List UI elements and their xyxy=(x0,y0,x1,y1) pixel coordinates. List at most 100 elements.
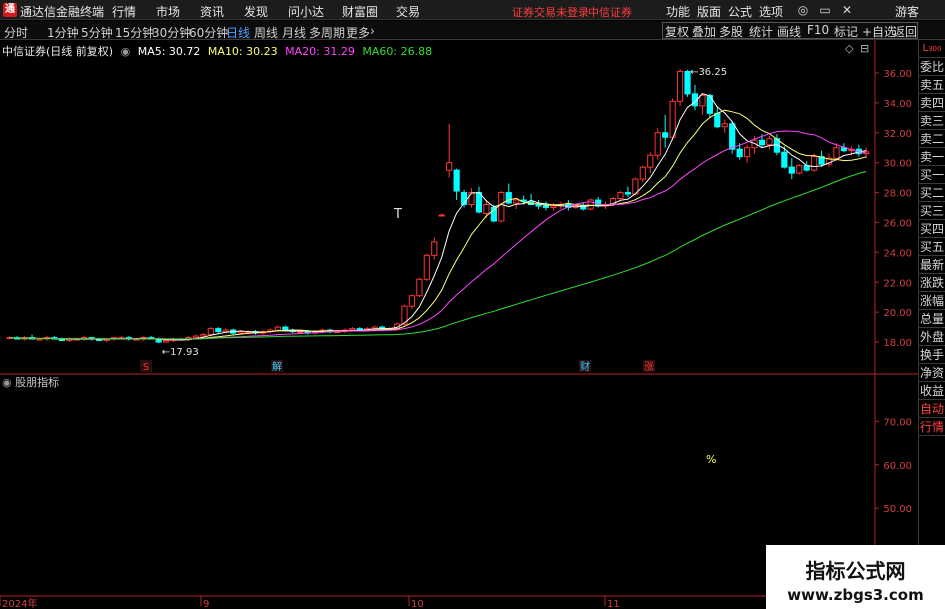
menu-wealth-circle[interactable]: 财富圈 xyxy=(342,3,378,20)
right-tab-16[interactable]: 换手 xyxy=(919,346,945,364)
corner-s-label: 300 xyxy=(928,45,942,53)
right-tab-19[interactable]: 自动 xyxy=(919,400,945,418)
minimize-window-icon[interactable]: ▭ xyxy=(817,2,833,18)
chevron-right-icon[interactable]: › xyxy=(370,24,375,38)
candle-body xyxy=(811,156,818,171)
period-30min[interactable]: 30分钟 xyxy=(152,24,191,41)
close-panel-icon[interactable]: ✕ xyxy=(839,2,855,18)
period-more[interactable]: 更多 xyxy=(346,24,370,41)
candle-body xyxy=(498,192,505,222)
menu-discover[interactable]: 发现 xyxy=(244,3,268,20)
right-tab-6[interactable]: 买一 xyxy=(919,166,945,184)
period-weekly[interactable]: 周线 xyxy=(254,24,278,41)
tool-mark[interactable]: 标记 xyxy=(834,23,858,40)
right-tab-18[interactable]: 收益 xyxy=(919,382,945,400)
watermark-url: www.zbgs3.com xyxy=(787,586,924,604)
candle-body xyxy=(535,204,542,207)
price-tick-label: 30.00 xyxy=(883,159,912,170)
tool-back[interactable]: 返回 xyxy=(893,23,917,40)
indicator-name: 股朋指标 xyxy=(15,376,60,389)
event-marker: 解 xyxy=(272,360,282,373)
chevron-down-icon-sub[interactable]: ◉ xyxy=(2,376,12,389)
time-tick-label: 10 xyxy=(411,599,424,609)
right-tab-11[interactable]: 最新 xyxy=(919,256,945,274)
candle-body xyxy=(796,165,803,174)
ma10-line xyxy=(9,109,867,340)
chevron-down-icon[interactable]: ◉ xyxy=(121,45,131,58)
collapse-icon[interactable]: ⊟ xyxy=(860,42,869,55)
period-toolbar: 分时 1分钟 5分钟 15分钟 30分钟 60分钟 日线 周线 月线 多周期 更… xyxy=(0,21,945,40)
menu-trade[interactable]: 交易 xyxy=(396,3,420,20)
right-tab-13[interactable]: 涨幅 xyxy=(919,292,945,310)
right-tab-5[interactable]: 卖一 xyxy=(919,148,945,166)
candle-body xyxy=(617,192,624,200)
period-1min[interactable]: 1分钟 xyxy=(47,24,79,41)
login-notice[interactable]: 证券交易未登录 xyxy=(512,4,589,20)
right-tab-15[interactable]: 外盘 xyxy=(919,328,945,346)
right-tab-0[interactable]: 委比 xyxy=(919,58,945,76)
tool-statistics[interactable]: 统计 xyxy=(749,23,773,40)
price-tick-label: 34.00 xyxy=(883,99,912,110)
watermark-title: 指标公式网 xyxy=(805,559,906,583)
period-60min[interactable]: 60分钟 xyxy=(189,24,228,41)
period-multi[interactable]: 多周期 xyxy=(309,24,345,41)
event-marker: S xyxy=(143,362,149,373)
menu-formula[interactable]: 公式 xyxy=(728,3,752,20)
menu-news[interactable]: 资讯 xyxy=(200,3,224,20)
tool-add-watchlist[interactable]: +自选 xyxy=(862,23,896,40)
candle-body xyxy=(483,204,490,214)
right-tab-panel: L300 委比 卖五 卖四 卖三 卖二 卖一 买一 买二 买三 买四 买五 最新 涨跌 涨幅 总量 外盘 换手 净资… xyxy=(918,40,945,609)
right-tab-14[interactable]: 总量 xyxy=(919,310,945,328)
menu-options[interactable]: 选项 xyxy=(759,3,783,20)
menu-layout[interactable]: 版面 xyxy=(697,3,721,20)
tool-f10[interactable]: F10 xyxy=(807,23,829,37)
diamond-icon[interactable]: ◇ xyxy=(845,42,853,55)
period-5min[interactable]: 5分钟 xyxy=(81,24,113,41)
candle-body xyxy=(550,205,557,209)
candle-body xyxy=(416,278,423,297)
period-monthly[interactable]: 月线 xyxy=(282,24,306,41)
candle-body xyxy=(736,148,743,158)
event-marker: 财 xyxy=(580,360,590,373)
menu-ask-xiaoda[interactable]: 问小达 xyxy=(288,3,324,20)
candle-body xyxy=(505,192,512,204)
tool-adjust[interactable]: 复权 xyxy=(665,23,689,40)
period-15min[interactable]: 15分钟 xyxy=(115,24,154,41)
sub-chart-header: ◉ 股朋指标 xyxy=(2,374,59,390)
broker-name[interactable]: 中信证券 xyxy=(588,4,632,20)
menu-market[interactable]: 市场 xyxy=(156,3,180,20)
guest-user[interactable]: 游客 xyxy=(895,3,919,20)
candle-body xyxy=(647,154,654,168)
right-tab-7[interactable]: 买二 xyxy=(919,184,945,202)
price-tick-label: 28.00 xyxy=(883,189,912,200)
menu-quotes[interactable]: 行情 xyxy=(112,3,136,20)
candle-body xyxy=(237,331,244,334)
right-tab-2[interactable]: 卖四 xyxy=(919,94,945,112)
candle-body xyxy=(349,328,356,331)
ma60-value: MA60: 26.88 xyxy=(362,45,433,58)
right-tab-1[interactable]: 卖五 xyxy=(919,76,945,94)
right-tab-4[interactable]: 卖二 xyxy=(919,130,945,148)
right-tab-12[interactable]: 涨跌 xyxy=(919,274,945,292)
right-tab-20[interactable]: 行情 xyxy=(919,418,945,436)
kline-chart[interactable]: 36.00 34.00 32.00 30.00 28.00 26.00 24.00 22.00… xyxy=(0,40,918,609)
right-tab-3[interactable]: 卖三 xyxy=(919,112,945,130)
tool-multi-stock[interactable]: 多股 xyxy=(719,23,743,40)
right-tab-8[interactable]: 买三 xyxy=(919,202,945,220)
tool-draw[interactable]: 画线 xyxy=(777,23,801,40)
price-tick-label: 36.00 xyxy=(883,69,912,80)
candle-body xyxy=(200,334,207,337)
menu-function[interactable]: 功能 xyxy=(666,3,690,20)
candle-body xyxy=(676,70,684,102)
right-tab-17[interactable]: 净资 xyxy=(919,364,945,382)
right-tab-9[interactable]: 买四 xyxy=(919,220,945,238)
tool-overlay[interactable]: 叠加 xyxy=(692,23,716,40)
candle-body xyxy=(297,331,304,334)
sub-tick-label: 50.00 xyxy=(883,504,912,515)
settings-icon[interactable]: ◎ xyxy=(795,2,811,18)
period-daily[interactable]: 日线 xyxy=(226,24,250,41)
period-intraday[interactable]: 分时 xyxy=(4,24,28,41)
right-tab-10[interactable]: 买五 xyxy=(919,238,945,256)
candle-body xyxy=(714,112,721,128)
kline-chart-area[interactable]: 36.00 34.00 32.00 30.00 28.00 26.00 24.00 22.00… xyxy=(0,40,918,609)
